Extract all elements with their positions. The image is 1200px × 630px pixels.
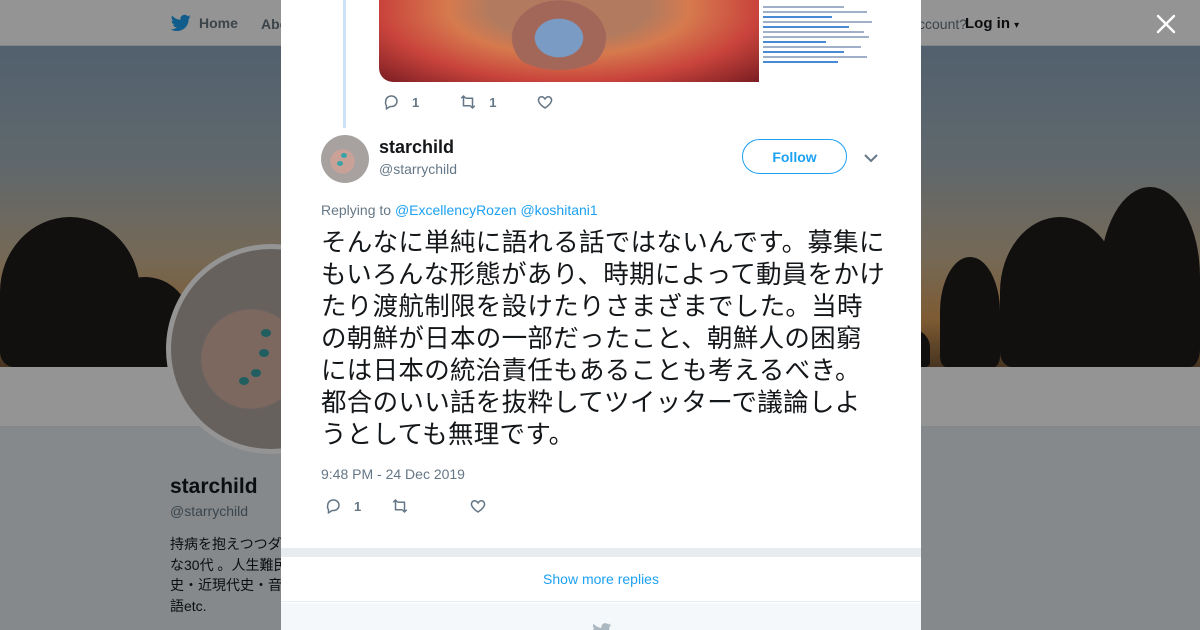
like-button[interactable] — [469, 497, 487, 515]
heart-icon — [538, 95, 553, 109]
thread-connector-line — [343, 0, 346, 128]
show-more-replies-button[interactable]: Show more replies — [281, 557, 921, 602]
modal-footer — [281, 603, 921, 630]
reply-count: 1 — [354, 498, 362, 514]
tweet-modal: 1 1 starchild @starrychild Follow Replyi… — [281, 0, 921, 630]
parent-tweet-actions: 1 1 — [382, 93, 594, 111]
reply-mention-link[interactable]: @ExcellencyRozen — [395, 202, 517, 218]
reply-button[interactable]: 1 — [324, 497, 361, 515]
author-avatar[interactable] — [321, 135, 369, 183]
author-name[interactable]: starchild — [379, 137, 454, 158]
retweet-button[interactable]: 1 — [459, 93, 496, 111]
follow-button[interactable]: Follow — [742, 139, 847, 174]
retweet-icon — [392, 498, 408, 514]
replying-prefix: Replying to — [321, 202, 392, 218]
tweet-actions: 1 — [324, 497, 517, 515]
reply-count: 1 — [412, 94, 420, 110]
retweet-button[interactable] — [391, 497, 409, 515]
close-modal-button[interactable] — [1154, 12, 1178, 36]
section-divider — [281, 548, 921, 557]
reply-icon — [326, 499, 340, 515]
retweet-count: 1 — [489, 94, 497, 110]
reply-mention-link[interactable]: @koshitani1 — [520, 202, 597, 218]
tweet-menu-button[interactable] — [864, 150, 882, 164]
parent-tweet-media[interactable] — [379, 0, 882, 82]
replying-to-line: Replying to @ExcellencyRozen @koshitani1 — [321, 202, 598, 218]
tweet-text: そんなに単純に語れる話ではないんです。募集にもいろんな形態があり、時期によって動… — [321, 228, 886, 450]
media-document-image[interactable] — [759, 0, 882, 82]
reply-button[interactable]: 1 — [382, 93, 419, 111]
reply-icon — [384, 95, 398, 111]
author-handle[interactable]: @starrychild — [379, 161, 457, 177]
close-icon — [1156, 14, 1176, 34]
heart-icon — [470, 499, 486, 513]
like-button[interactable] — [536, 93, 554, 111]
twitter-bird-icon — [592, 623, 612, 630]
tweet-timestamp[interactable]: 9:48 PM - 24 Dec 2019 — [321, 466, 465, 482]
media-photo[interactable] — [379, 0, 759, 82]
chevron-down-icon — [864, 154, 878, 163]
retweet-icon — [460, 94, 476, 110]
